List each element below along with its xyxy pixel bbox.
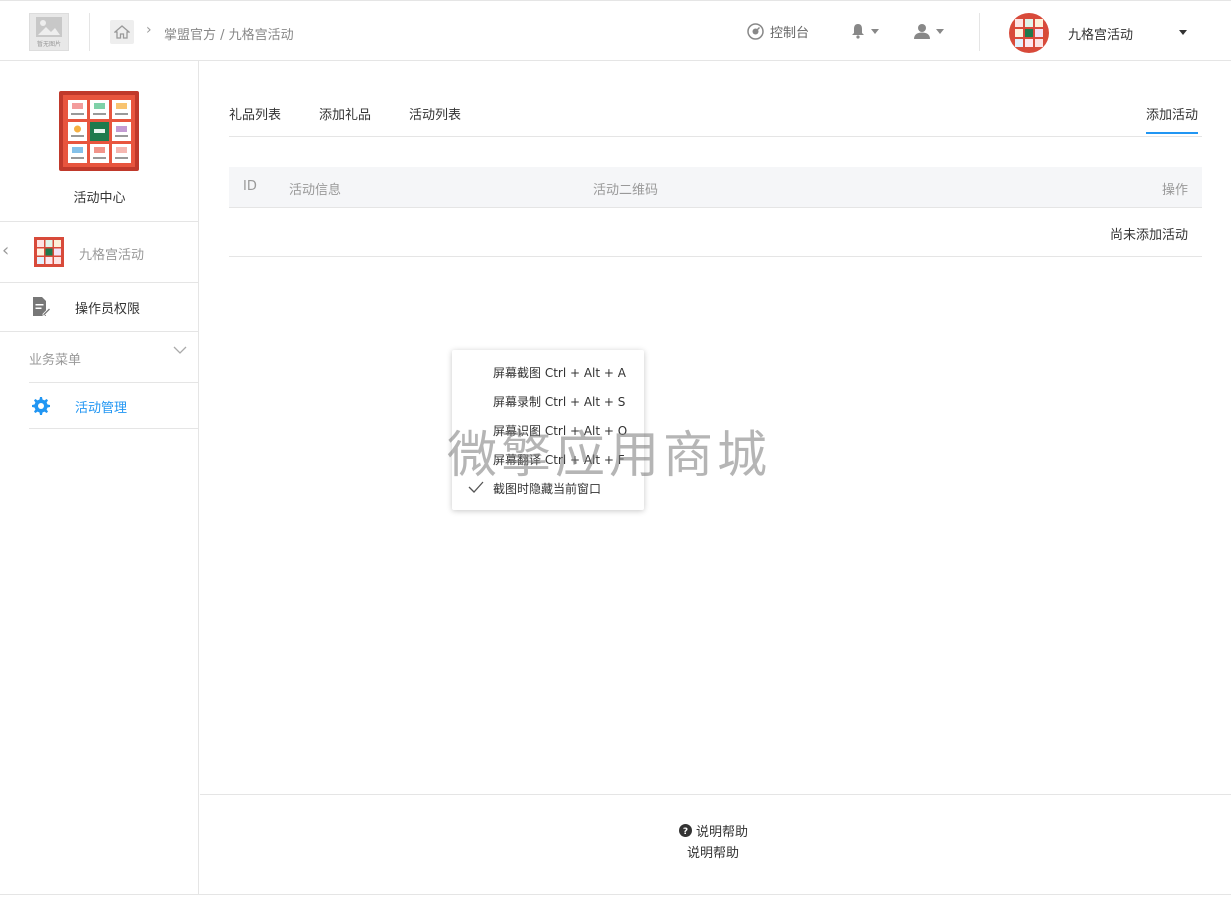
account-avatar[interactable]	[1009, 13, 1049, 53]
sidebar-item-activity-management[interactable]: 活动管理	[29, 382, 199, 429]
help-link[interactable]: ? 说明帮助	[679, 821, 748, 840]
account-name[interactable]: 九格宫活动	[1068, 24, 1133, 43]
column-header-id: ID	[243, 179, 257, 194]
logo-caption: 暂无图片	[36, 40, 61, 48]
nine-grid-logo-icon	[59, 91, 139, 171]
top-bar: 暂无图片 › 掌盟官方 / 九格宫活动 控制台 九格宫活动	[0, 0, 1231, 61]
sidebar-app-name: 九格宫活动	[79, 248, 145, 263]
table-empty-row: 尚未添加活动	[229, 208, 1202, 257]
tab-add-gift[interactable]: 添加礼品	[319, 104, 371, 123]
column-header-actions: 操作	[1161, 183, 1188, 198]
column-header-info: 活动信息	[289, 183, 342, 198]
watermark-text: 微擎应用商城	[447, 426, 771, 484]
divider	[0, 894, 1231, 895]
menu-item-screenshot[interactable]: 屏幕截图 Ctrl + Alt + A	[493, 364, 626, 381]
chevron-right-icon: ›	[146, 22, 152, 38]
document-edit-icon	[33, 297, 51, 316]
sidebar-item-permissions[interactable]: 操作员权限	[0, 282, 199, 331]
sidebar-group-business[interactable]: 业务菜单	[0, 331, 199, 382]
user-icon	[914, 24, 930, 39]
user-dropdown[interactable]	[914, 23, 944, 39]
image-icon	[36, 16, 62, 37]
caret-down-icon	[871, 28, 879, 34]
sidebar: 活动中心 ‹ 九格宫活动 操作员权限 业务菜单 活动管理	[0, 61, 199, 895]
column-header-qrcode: 活动二维码	[593, 183, 659, 198]
breadcrumb[interactable]: 掌盟官方 / 九格宫活动	[164, 24, 294, 43]
logo-placeholder[interactable]: 暂无图片	[29, 13, 69, 51]
home-icon	[114, 25, 130, 39]
caret-down-icon[interactable]	[1179, 30, 1187, 35]
tab-bar: 礼品列表 添加礼品 活动列表 添加活动	[229, 103, 1202, 137]
brand-logo	[59, 91, 139, 171]
app-thumbnail	[34, 237, 64, 267]
sidebar-item-label: 活动管理	[75, 401, 128, 416]
sidebar-item-app[interactable]: ‹ 九格宫活动	[0, 221, 199, 282]
caret-down-icon	[936, 28, 944, 34]
sidebar-item-label: 操作员权限	[75, 302, 141, 317]
brand-name: 活动中心	[73, 191, 126, 206]
help-link-label: 说明帮助	[696, 825, 749, 840]
dashboard-icon	[747, 23, 764, 40]
divider	[200, 794, 1231, 795]
divider	[89, 13, 90, 51]
notifications-dropdown[interactable]	[851, 23, 879, 39]
nine-grid-logo-icon	[1009, 13, 1049, 53]
gear-icon	[32, 397, 50, 415]
tab-add-activity[interactable]: 添加活动	[1146, 104, 1199, 134]
sidebar-group-label: 业务菜单	[29, 353, 82, 368]
tab-gift-list[interactable]: 礼品列表	[229, 104, 281, 123]
console-link[interactable]: 控制台	[747, 22, 809, 41]
svg-text:?: ?	[683, 827, 688, 837]
bell-icon	[852, 24, 864, 39]
divider	[979, 13, 980, 51]
console-label: 控制台	[770, 26, 810, 41]
home-button[interactable]	[110, 20, 134, 44]
tab-activity-list[interactable]: 活动列表	[409, 104, 461, 123]
table-header: ID 活动信息 活动二维码 操作	[229, 167, 1202, 208]
help-text[interactable]: 说明帮助	[687, 842, 739, 861]
menu-item-screen-record[interactable]: 屏幕录制 Ctrl + Alt + S	[493, 393, 625, 410]
question-circle-icon: ?	[679, 824, 692, 837]
chevron-down-icon	[173, 346, 187, 354]
empty-state-text: 尚未添加活动	[1109, 228, 1188, 243]
nine-grid-logo-icon	[34, 237, 64, 267]
chevron-left-icon[interactable]: ‹	[2, 240, 9, 261]
